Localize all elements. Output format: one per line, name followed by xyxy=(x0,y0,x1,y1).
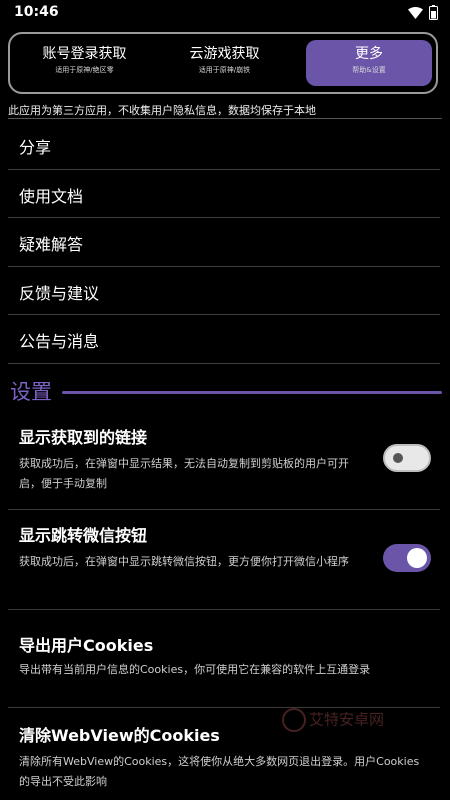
help-menu: 分享 使用文档 疑难解答 反馈与建议 公告与消息 xyxy=(8,121,440,364)
wifi-icon xyxy=(408,6,423,19)
setting-description: 清除所有WebView的Cookies，这将使你从绝大多数网页退出登录。用户Co… xyxy=(19,755,420,788)
tab-title: 云游戏获取 xyxy=(189,46,260,62)
tab-more[interactable]: 更多 帮助&设置 xyxy=(306,40,432,86)
setting-title: 清除WebView的Cookies xyxy=(19,726,220,745)
privacy-notice: 此应用为第三方应用，不收集用户隐私信息，数据均保存于本地 xyxy=(8,104,316,117)
setting-description: 获取成功后，在弹窗中显示跳转微信按钮，更方便你打开微信小程序 xyxy=(19,555,349,568)
show-link-toggle[interactable] xyxy=(383,444,431,472)
status-bar: 10:46 xyxy=(0,0,450,26)
section-underline xyxy=(62,391,442,394)
menu-item-label: 分享 xyxy=(19,138,52,157)
settings-section-header: 设置 xyxy=(10,376,442,406)
menu-item-announcements[interactable]: 公告与消息 xyxy=(8,315,440,364)
watermark: 艾特安卓网 xyxy=(282,708,384,732)
setting-wechat-button[interactable]: 显示跳转微信按钮 获取成功后，在弹窗中显示跳转微信按钮，更方便你打开微信小程序 xyxy=(8,510,440,610)
menu-item-share[interactable]: 分享 xyxy=(8,121,440,170)
tab-subtitle: 帮助&设置 xyxy=(352,66,386,74)
menu-item-label: 疑难解答 xyxy=(19,235,84,254)
status-icons xyxy=(408,5,438,20)
setting-export-cookies[interactable]: 导出用户Cookies 导出带有当前用户信息的Cookies，你可使用它在兼容的… xyxy=(8,610,440,708)
status-time: 10:46 xyxy=(14,4,59,20)
menu-item-faq[interactable]: 疑难解答 xyxy=(8,218,440,267)
tab-title: 更多 xyxy=(355,46,383,62)
menu-item-label: 使用文档 xyxy=(19,186,84,206)
menu-item-label: 公告与消息 xyxy=(19,332,100,351)
setting-title: 导出用户Cookies xyxy=(19,636,154,655)
toggle-knob xyxy=(393,453,403,463)
tab-cloud-game[interactable]: 云游戏获取 适用于原神/崩铁 xyxy=(162,40,287,86)
tab-bar: 账号登录获取 适用于原神/绝区零 云游戏获取 适用于原神/崩铁 更多 帮助&设置 xyxy=(8,32,438,94)
menu-item-feedback[interactable]: 反馈与建议 xyxy=(8,267,440,315)
menu-item-label: 反馈与建议 xyxy=(19,283,100,303)
tab-account-login[interactable]: 账号登录获取 适用于原神/绝区零 xyxy=(22,40,147,86)
toggle-knob xyxy=(407,548,427,568)
divider xyxy=(8,118,442,119)
setting-description: 获取成功后，在弹窗中显示结果，无法自动复制到剪贴板的用户可开启，便于手动复制 xyxy=(19,457,349,490)
section-title: 设置 xyxy=(10,380,52,404)
watermark-text: 艾特安卓网 xyxy=(309,710,385,729)
tab-subtitle: 适用于原神/崩铁 xyxy=(198,66,251,74)
menu-item-docs[interactable]: 使用文档 xyxy=(8,170,440,218)
tab-subtitle: 适用于原神/绝区零 xyxy=(55,66,114,74)
wechat-button-toggle[interactable] xyxy=(383,544,431,572)
battery-icon xyxy=(429,5,438,20)
setting-description: 导出带有当前用户信息的Cookies，你可使用它在兼容的软件上互通登录 xyxy=(19,663,371,676)
tab-title: 账号登录获取 xyxy=(42,46,127,62)
setting-title: 显示获取到的链接 xyxy=(19,428,148,447)
setting-show-link[interactable]: 显示获取到的链接 获取成功后，在弹窗中显示结果，无法自动复制到剪贴板的用户可开启… xyxy=(8,412,440,510)
watermark-logo-icon xyxy=(282,708,306,732)
setting-title: 显示跳转微信按钮 xyxy=(19,526,148,545)
